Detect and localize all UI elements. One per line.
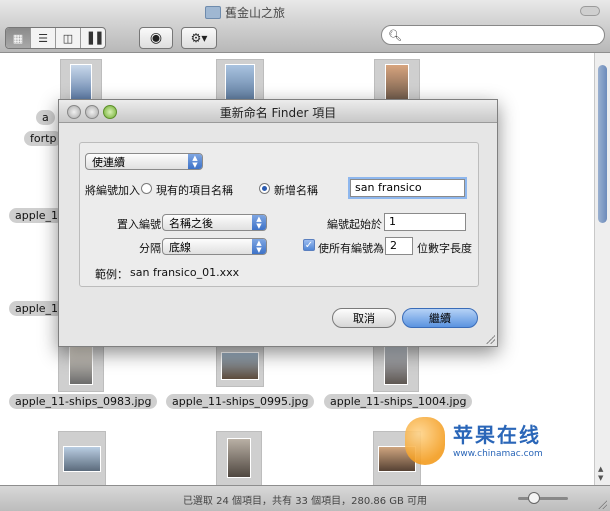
resize-grip-icon[interactable] bbox=[597, 499, 607, 509]
separator-value: 底線 bbox=[169, 240, 191, 254]
popup-arrows-icon: ▲ ▼ bbox=[252, 215, 266, 230]
file-name-label: apple_1 bbox=[9, 301, 65, 316]
list-view-button[interactable]: ☰ bbox=[31, 28, 56, 48]
radio-existing-name-label: 現有的項目名稱 bbox=[156, 184, 233, 197]
example-label: 範例： bbox=[95, 268, 128, 281]
file-name-label: a bbox=[36, 110, 55, 125]
eye-icon: ◉ bbox=[149, 30, 163, 46]
start-number-field[interactable]: 1 bbox=[384, 213, 466, 231]
example-value: san fransico_01.xxx bbox=[130, 266, 240, 279]
toolbar-toggle-button[interactable] bbox=[580, 6, 600, 16]
file-thumbnail[interactable] bbox=[216, 431, 262, 485]
rename-mode-popup[interactable]: 使連續 ▲ ▼ bbox=[85, 153, 203, 170]
scroll-down-arrow-icon[interactable]: ▼ bbox=[598, 474, 603, 482]
search-field[interactable]: 🔍︎ bbox=[381, 25, 605, 45]
search-input[interactable] bbox=[405, 27, 600, 43]
new-name-field[interactable]: san fransico bbox=[350, 179, 465, 197]
watermark-url: www.chinamac.com bbox=[453, 449, 543, 459]
separator-label: 分隔 bbox=[139, 242, 161, 255]
status-bar: 已選取 24 個項目，共有 33 個項目，280.86 GB 可用 bbox=[0, 485, 610, 511]
radio-new-name-label: 新增名稱 bbox=[274, 184, 318, 197]
file-name-label: apple_11-ships_0995.jpg bbox=[166, 394, 315, 409]
watermark-logo: 苹果在线 www.chinamac.com bbox=[405, 417, 575, 467]
scroll-up-arrow-icon[interactable]: ▲ bbox=[598, 465, 603, 473]
icon-size-slider[interactable] bbox=[518, 497, 568, 500]
radio-new-name[interactable] bbox=[259, 183, 270, 194]
cancel-button[interactable]: 取消 bbox=[332, 308, 396, 328]
file-thumbnail[interactable] bbox=[58, 431, 106, 485]
quick-look-button[interactable]: ◉ bbox=[139, 27, 173, 49]
file-thumbnail[interactable] bbox=[216, 345, 264, 387]
window-titlebar: 舊金山之旅 bbox=[0, 0, 610, 22]
file-name-label: fortp bbox=[24, 131, 63, 146]
coverflow-view-button[interactable]: ▐▐ bbox=[81, 28, 105, 48]
icon-view-button[interactable]: ▦ bbox=[6, 28, 31, 48]
rename-mode-value: 使連續 bbox=[92, 155, 125, 169]
dialog-resize-grip-icon[interactable] bbox=[485, 334, 495, 344]
folder-icon bbox=[205, 5, 221, 19]
popup-arrows-icon: ▲ ▼ bbox=[188, 154, 202, 169]
position-popup[interactable]: 名稱之後 ▲ ▼ bbox=[162, 214, 267, 231]
apple-logo-icon bbox=[405, 417, 445, 465]
add-number-label: 將編號加入 bbox=[85, 184, 140, 197]
watermark-name: 苹果在线 bbox=[453, 423, 541, 447]
vertical-scrollbar[interactable]: ▲ ▼ bbox=[594, 53, 610, 485]
dialog-title: 重新命名 Finder 項目 bbox=[219, 106, 337, 120]
file-name-label: apple_11-ships_1004.jpg bbox=[324, 394, 473, 409]
scrollbar-thumb[interactable] bbox=[598, 65, 607, 223]
rename-dialog: 重新命名 Finder 項目 使連續 ▲ ▼ 將編號加入 現有的項目名稱 新增名稱… bbox=[58, 99, 498, 347]
file-name-label: apple_11-ships_0983.jpg bbox=[9, 394, 158, 409]
separator-popup[interactable]: 底線 ▲ ▼ bbox=[162, 238, 267, 255]
position-value: 名稱之後 bbox=[169, 216, 213, 230]
continue-button[interactable]: 繼續 bbox=[402, 308, 478, 328]
digits-checkbox-label: 使所有編號為 bbox=[318, 242, 384, 255]
digits-checkbox[interactable]: ✓ bbox=[303, 239, 315, 251]
file-name-label: apple_1 bbox=[9, 208, 65, 223]
search-icon: 🔍︎ bbox=[388, 28, 402, 42]
icon-size-slider-knob[interactable] bbox=[528, 492, 540, 504]
digits-field[interactable]: 2 bbox=[385, 237, 413, 255]
digits-suffix-label: 位數字長度 bbox=[417, 242, 472, 255]
window-title: 舊金山之旅 bbox=[205, 4, 285, 20]
gear-icon: ⚙▾ bbox=[190, 31, 208, 45]
view-segmented-control: ▦ ☰ ◫ ▐▐ bbox=[5, 27, 106, 49]
popup-arrows-icon: ▲ ▼ bbox=[252, 239, 266, 254]
column-view-button[interactable]: ◫ bbox=[56, 28, 81, 48]
dialog-titlebar: 重新命名 Finder 項目 bbox=[59, 100, 497, 123]
action-menu-button[interactable]: ⚙▾ bbox=[181, 27, 217, 49]
start-number-label: 編號起始於 bbox=[327, 218, 382, 231]
radio-existing-name[interactable] bbox=[141, 183, 152, 194]
position-label: 置入編號 bbox=[117, 218, 161, 231]
window-title-text: 舊金山之旅 bbox=[225, 5, 286, 20]
